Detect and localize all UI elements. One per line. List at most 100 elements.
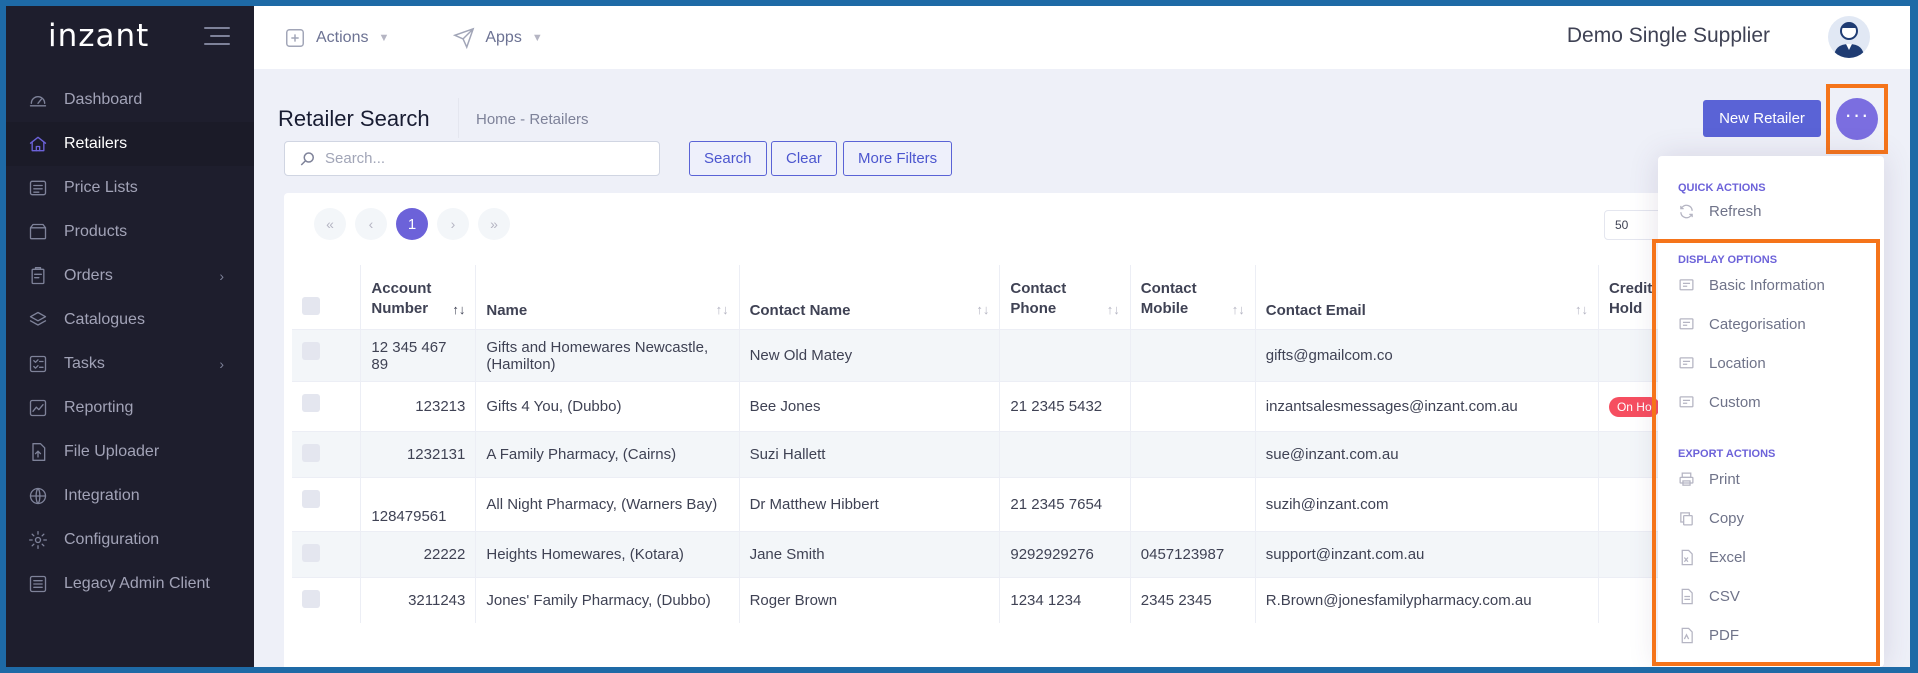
- table-row[interactable]: 123213 Gifts 4 You, (Dubbo) Bee Jones 21 23…: [292, 381, 1672, 431]
- row-checkbox[interactable]: [302, 490, 320, 508]
- name-cell[interactable]: All Night Pharmacy, (Warners Bay): [476, 477, 740, 531]
- name-cell[interactable]: Jones' Family Pharmacy, (Dubbo): [476, 577, 740, 623]
- last-page-button[interactable]: »: [478, 208, 510, 240]
- col-contact-name[interactable]: Contact Name ↑↓: [740, 265, 1001, 329]
- layers-icon: [28, 310, 48, 330]
- avatar[interactable]: [1828, 16, 1870, 58]
- table-row[interactable]: 1232131 A Family Pharmacy, (Cairns) Suzi H…: [292, 431, 1672, 477]
- file-upload-icon: [28, 442, 48, 462]
- sidebar-item-file-uploader[interactable]: File Uploader: [6, 430, 254, 474]
- apps-menu[interactable]: Apps ▼: [453, 27, 543, 49]
- sidebar-item-configuration[interactable]: Configuration: [6, 518, 254, 562]
- refresh-menu-item[interactable]: Refresh: [1658, 194, 1884, 228]
- logo: inzant: [48, 18, 150, 54]
- chart-icon: [28, 398, 48, 418]
- search-input[interactable]: [325, 150, 645, 167]
- chevron-down-icon: ▼: [531, 31, 543, 44]
- row-checkbox[interactable]: [302, 444, 320, 462]
- more-actions-button[interactable]: ···: [1836, 98, 1878, 140]
- sidebar-item-dashboard[interactable]: Dashboard: [6, 78, 254, 122]
- more-filters-button[interactable]: More Filters: [843, 141, 953, 176]
- retailers-table: Account Number ↑↓ Name ↑↓ Contact Name ↑↓ C…: [292, 265, 1672, 623]
- sort-asc-icon[interactable]: ↑↓: [452, 302, 465, 317]
- more-actions-highlight: ···: [1826, 84, 1888, 154]
- contact-mobile-cell: [1130, 329, 1256, 381]
- table-row[interactable]: 3211243 Jones' Family Pharmacy, (Dubbo) Ro…: [292, 577, 1672, 623]
- user-avatar-icon: [1834, 22, 1864, 58]
- sidebar-item-retailers[interactable]: Retailers: [6, 122, 254, 166]
- csv-menu-item[interactable]: CSV: [1658, 577, 1884, 616]
- account-number-cell: 22222: [361, 531, 477, 577]
- row-checkbox[interactable]: [302, 544, 320, 562]
- apps-label: Apps: [485, 28, 522, 46]
- name-cell[interactable]: Heights Homewares, (Kotara): [476, 531, 740, 577]
- sidebar-item-legacy-admin-client[interactable]: Legacy Admin Client: [6, 562, 254, 606]
- print-menu-item[interactable]: Print: [1658, 460, 1884, 499]
- first-page-button[interactable]: «: [314, 208, 346, 240]
- list-icon: [28, 574, 48, 594]
- next-page-button[interactable]: ›: [437, 208, 469, 240]
- sidebar-item-label: Retailers: [64, 135, 128, 152]
- col-name[interactable]: Name ↑↓: [476, 265, 740, 329]
- csv-file-icon: [1681, 588, 1693, 605]
- contact-phone-cell: 1234 1234: [1000, 577, 1131, 623]
- custom-menu-item[interactable]: Custom: [1658, 383, 1884, 422]
- page-1-button[interactable]: 1: [396, 208, 428, 240]
- sidebar-item-reporting[interactable]: Reporting: [6, 386, 254, 430]
- select-all-checkbox[interactable]: [302, 297, 320, 315]
- sidebar-item-label: Price Lists: [64, 179, 138, 196]
- sidebar-item-price-lists[interactable]: Price Lists: [6, 166, 254, 210]
- location-menu-item[interactable]: Location: [1658, 344, 1884, 383]
- row-checkbox[interactable]: [302, 590, 320, 608]
- sidebar-nav: Dashboard Retailers Price Lists Products Ord…: [6, 78, 254, 606]
- col-account-number[interactable]: Account Number ↑↓: [361, 265, 477, 329]
- col-contact-phone[interactable]: Contact Phone ↑↓: [1000, 265, 1131, 329]
- menu-toggle-icon[interactable]: [204, 27, 230, 45]
- sort-icon[interactable]: ↑↓: [1575, 302, 1588, 317]
- new-retailer-button[interactable]: New Retailer: [1703, 100, 1821, 137]
- copy-menu-item[interactable]: Copy: [1658, 499, 1884, 538]
- col-account-number-label: Account Number: [371, 280, 432, 317]
- search-button[interactable]: Search: [689, 141, 767, 176]
- contact-phone-cell: 21 2345 5432: [1000, 381, 1131, 431]
- table-row[interactable]: 128479561 All Night Pharmacy, (Warners Ba…: [292, 477, 1672, 531]
- breadcrumb[interactable]: Home - Retailers: [476, 111, 589, 128]
- table-row[interactable]: 22222 Heights Homewares, (Kotara) Jane Smi…: [292, 531, 1672, 577]
- sidebar-item-catalogues[interactable]: Catalogues: [6, 298, 254, 342]
- page-size-select[interactable]: 50: [1604, 210, 1664, 240]
- sort-icon[interactable]: ↑↓: [1107, 302, 1120, 317]
- prev-page-button[interactable]: ‹: [355, 208, 387, 240]
- table-header-row: Account Number ↑↓ Name ↑↓ Contact Name ↑↓ C…: [292, 265, 1672, 329]
- name-cell[interactable]: Gifts 4 You, (Dubbo): [476, 381, 740, 431]
- sidebar-item-products[interactable]: Products: [6, 210, 254, 254]
- categorisation-menu-item[interactable]: Categorisation: [1658, 305, 1884, 344]
- sort-icon[interactable]: ↑↓: [1232, 302, 1245, 317]
- contact-email-cell: sue@inzant.com.au: [1255, 431, 1599, 477]
- name-cell[interactable]: Gifts and Homewares Newcastle, (Hamilton…: [476, 329, 740, 381]
- tag-list-icon: [28, 178, 48, 198]
- actions-menu[interactable]: Actions ▼: [284, 27, 389, 49]
- col-contact-email[interactable]: Contact Email ↑↓: [1256, 265, 1599, 329]
- user-name[interactable]: Demo Single Supplier: [1567, 24, 1770, 48]
- sidebar-item-label: Integration: [64, 487, 140, 504]
- row-checkbox[interactable]: [302, 394, 320, 412]
- pdf-menu-item[interactable]: PDF: [1658, 616, 1884, 655]
- excel-menu-item[interactable]: Excel: [1658, 538, 1884, 577]
- actions-label: Actions: [316, 28, 369, 46]
- contact-phone-cell: 9292929276: [1000, 531, 1131, 577]
- sidebar-item-orders[interactable]: Orders ›: [6, 254, 254, 298]
- paper-plane-icon: [453, 27, 475, 49]
- sort-icon[interactable]: ↑↓: [976, 302, 989, 317]
- row-checkbox[interactable]: [302, 342, 320, 360]
- globe-icon: [28, 486, 48, 506]
- col-contact-mobile[interactable]: Contact Mobile ↑↓: [1131, 265, 1256, 329]
- name-cell[interactable]: A Family Pharmacy, (Cairns): [476, 431, 740, 477]
- sidebar-item-integration[interactable]: Integration: [6, 474, 254, 518]
- contact-email-cell: inzantsalesmessages@inzant.com.au: [1255, 381, 1599, 431]
- sort-icon[interactable]: ↑↓: [716, 302, 729, 317]
- sidebar-item-tasks[interactable]: Tasks ›: [6, 342, 254, 386]
- clear-button[interactable]: Clear: [771, 141, 837, 176]
- table-row[interactable]: 12 345 467 89 Gifts and Homewares Newcast…: [292, 329, 1672, 381]
- contact-email-cell: gifts@gmailcom.co: [1255, 329, 1599, 381]
- basic-information-menu-item[interactable]: Basic Information: [1658, 266, 1884, 305]
